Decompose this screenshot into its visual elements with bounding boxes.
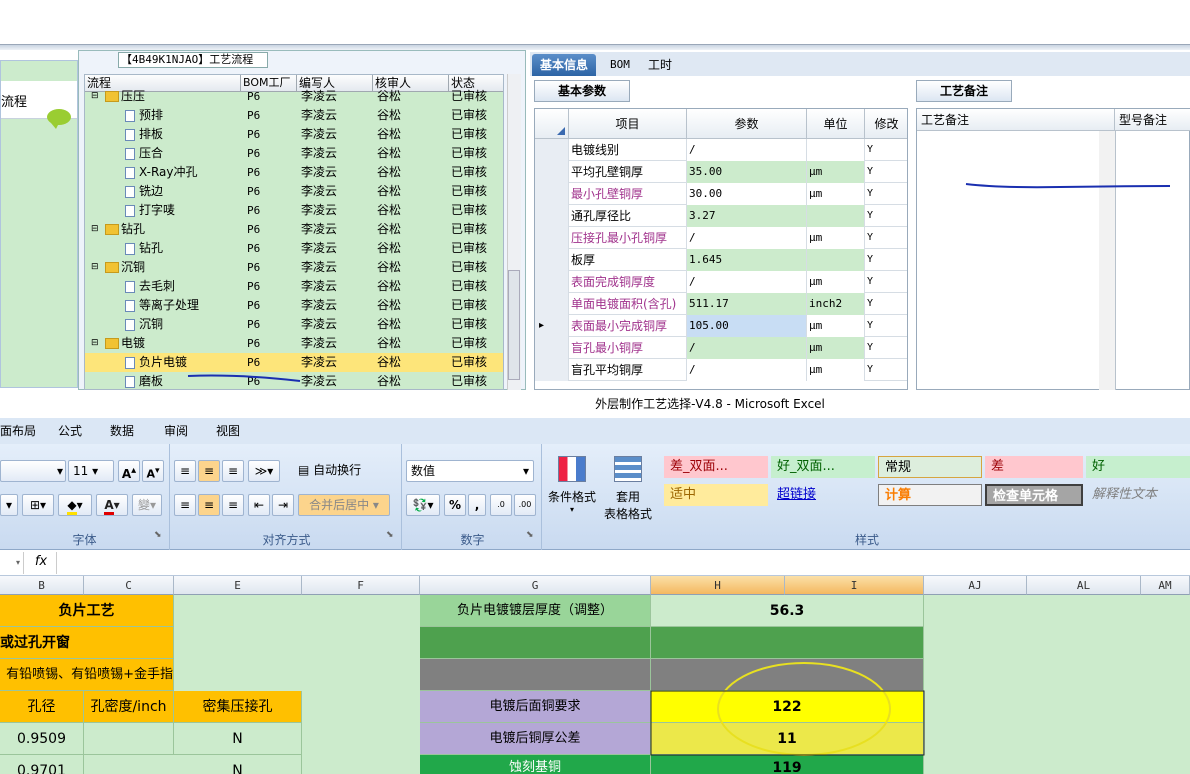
font-size-dropdown[interactable]: 11 ▾ (68, 460, 114, 482)
orientation-icon[interactable]: ≫▾ (248, 460, 280, 482)
tab-formulas[interactable]: 公式 (58, 418, 82, 444)
dialog-launcher-icon[interactable]: ⬊ (154, 530, 162, 540)
align-middle-icon[interactable]: ≡ (198, 460, 220, 482)
style-normal[interactable]: 常规 (878, 456, 982, 478)
tab-page-layout[interactable]: 面布局 (0, 418, 36, 444)
style-bad[interactable]: 差 (985, 456, 1083, 478)
border-icon[interactable]: ⊞▾ (22, 494, 54, 516)
styles-group: 条件格式 ▾ 套用 表格格式 差_双面... 好_双面... 常规 差 好 适中… (544, 444, 1190, 550)
dialog-launcher-icon[interactable]: ⬊ (526, 530, 534, 540)
style-bad-double[interactable]: 差_双面... (664, 456, 768, 478)
align-bottom-icon[interactable]: ≡ (222, 460, 244, 482)
font-color-icon[interactable]: A▾ (96, 494, 128, 516)
decrease-indent-icon[interactable]: ⇤ (248, 494, 270, 516)
table-format-icon (614, 456, 642, 482)
style-explanatory[interactable]: 解释性文本 (1086, 484, 1190, 506)
align-center-icon[interactable]: ≡ (198, 494, 220, 516)
alignment-group: ≡ ≡ ≡ ≫▾ ▤ 自动换行 ≡ ≡ ≡ ⇤ ⇥ 合并后居中 ▾ 对齐方式 ⬊ (172, 444, 402, 550)
underline-dropdown[interactable]: ▾ (0, 494, 18, 516)
grow-font-icon[interactable]: A▴ (118, 460, 140, 482)
annotation-strokes (187, 183, 1171, 382)
align-top-icon[interactable]: ≡ (174, 460, 196, 482)
highlight-ellipse (650, 662, 925, 756)
conditional-format-icon (558, 456, 586, 482)
fill-color-icon[interactable]: ◆▾ (58, 494, 92, 516)
cond-format-label: 条件格式 (547, 490, 596, 504)
ribbon: ▾ 11 ▾ A▴ A▾ ▾ ⊞▾ ◆▾ A▾ 變▾ 字体 ⬊ ≡ ≡ ≡ ≫▾… (0, 444, 1190, 550)
font-group: ▾ 11 ▾ A▴ A▾ ▾ ⊞▾ ◆▾ A▾ 變▾ 字体 ⬊ (0, 444, 170, 550)
format-as-table-button[interactable]: 套用 表格格式 (600, 452, 656, 526)
currency-icon[interactable]: 💱▾ (406, 494, 440, 516)
wrap-text-button[interactable]: ▤ 自动换行 (298, 460, 374, 482)
styles-group-label: 样式 (854, 533, 879, 547)
decrease-decimal-icon[interactable]: .00 (514, 494, 536, 516)
formula-input[interactable] (56, 552, 1190, 574)
conditional-format-button[interactable]: 条件格式 ▾ (544, 452, 600, 522)
style-check-cell[interactable]: 检查单元格 (985, 484, 1083, 506)
increase-indent-icon[interactable]: ⇥ (272, 494, 294, 516)
insert-function-icon[interactable]: fx (30, 554, 52, 572)
font-group-label: 字体 (72, 533, 97, 547)
table-format-label: 套用 (615, 490, 640, 504)
style-good-double[interactable]: 好_双面... (771, 456, 875, 478)
number-group-label: 数字 (460, 533, 485, 547)
style-hyperlink[interactable]: 超链接 (771, 484, 875, 506)
wrap-text-label: 自动换行 (313, 463, 362, 477)
number-format-value: 数值 (411, 464, 436, 478)
tab-review[interactable]: 审阅 (164, 418, 188, 444)
worksheet: B C E F G H I AJ AL AM 负片工艺 或过孔开窗 有铅喷锡、有… (0, 576, 1190, 774)
shrink-font-icon[interactable]: A▾ (142, 460, 164, 482)
tab-data[interactable]: 数据 (110, 418, 134, 444)
comma-icon[interactable]: , (468, 494, 486, 516)
style-good[interactable]: 好 (1086, 456, 1190, 478)
increase-decimal-icon[interactable]: .0 (490, 494, 512, 516)
alignment-group-label: 对齐方式 (262, 533, 311, 547)
number-format-dropdown[interactable]: 数值 ▾ (406, 460, 534, 482)
font-size-value: 11 (73, 464, 89, 478)
tab-view[interactable]: 视图 (216, 418, 240, 444)
number-group: 数值 ▾ 💱▾ % , .0 .00 数字 ⬊ (404, 444, 542, 550)
align-right-icon[interactable]: ≡ (222, 494, 244, 516)
name-box-dropdown[interactable]: ▾ (0, 552, 24, 574)
table-format-label-2: 表格格式 (603, 507, 652, 521)
ribbon-tabs: 面布局 公式 数据 审阅 视图 (0, 418, 1190, 444)
formula-bar: ▾ fx (0, 550, 1190, 576)
style-neutral[interactable]: 适中 (664, 484, 768, 506)
style-calculation[interactable]: 计算 (878, 484, 982, 506)
phonetic-icon[interactable]: 變▾ (132, 494, 162, 516)
dialog-launcher-icon[interactable]: ⬊ (386, 530, 394, 540)
percent-icon[interactable]: % (444, 494, 466, 516)
window-title: 外层制作工艺选择-V4.8 - Microsoft Excel (0, 390, 1190, 418)
font-name-dropdown[interactable]: ▾ (0, 460, 66, 482)
merge-center-label: 合并后居中 (309, 498, 370, 512)
align-left-icon[interactable]: ≡ (174, 494, 196, 516)
merge-center-button[interactable]: 合并后居中 ▾ (298, 494, 390, 516)
